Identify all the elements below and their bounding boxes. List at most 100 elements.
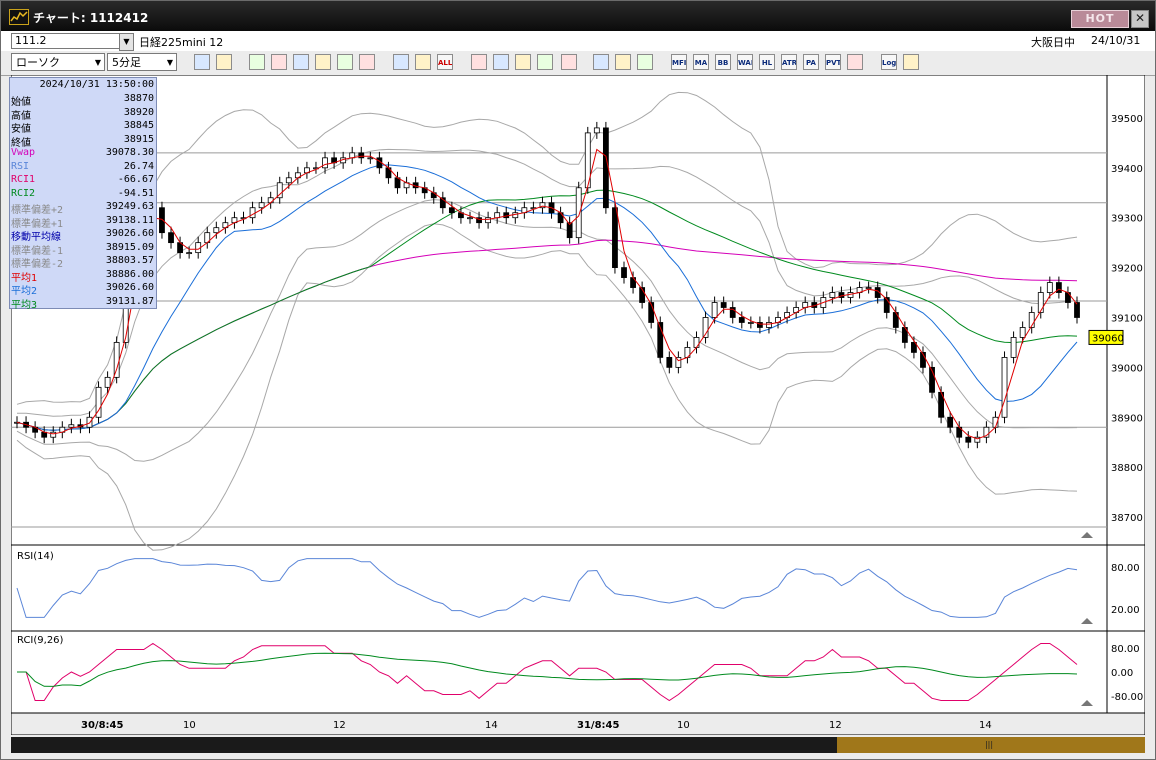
atr-tool-button[interactable]: ATR — [781, 54, 797, 70]
candle — [1046, 282, 1053, 293]
price-tick-label: 38800 — [1111, 463, 1143, 474]
toolbar: ローソク▼ 5分足▼ ALL MFI MA BB WAE HL ATR PA PVT Log — [1, 51, 1155, 76]
candle — [50, 431, 57, 438]
data-row: 平均2 39026.60 — [10, 282, 156, 297]
candle-a-tool-button[interactable] — [393, 54, 409, 70]
cross-tool-button[interactable] — [537, 54, 553, 70]
price-tick-label: 39100 — [1111, 313, 1143, 324]
hand-tool-button[interactable] — [471, 54, 487, 70]
candle — [358, 152, 365, 159]
color-tool-button[interactable] — [637, 54, 653, 70]
wrench-tool-button[interactable] — [615, 54, 631, 70]
time-tick-label: 30/8:45 — [81, 720, 123, 731]
candle — [448, 207, 455, 214]
data-row-value: 39138.11 — [105, 214, 154, 226]
zoom-tool-button[interactable] — [194, 54, 210, 70]
candle — [829, 292, 836, 298]
candle — [865, 287, 872, 289]
time-tick-label: 14 — [979, 720, 992, 731]
data-row-value: 38803.57 — [105, 255, 154, 266]
candle — [213, 227, 220, 234]
data-row: 安値 38845 — [10, 120, 156, 135]
arrow-tool-button[interactable] — [293, 54, 309, 70]
data-row: 標準偏差+2 39249.63 — [10, 201, 156, 216]
crosshair-tool-button[interactable] — [216, 54, 232, 70]
candle — [575, 187, 582, 239]
hl-tool-button[interactable]: HL — [759, 54, 775, 70]
data-row-value: 38845 — [123, 120, 154, 131]
rci-tick-label: 80.00 — [1111, 644, 1140, 655]
candle — [766, 322, 772, 328]
price-tick-label: 39500 — [1111, 114, 1143, 125]
price-tick-label: 39400 — [1111, 164, 1143, 175]
mfi-tool-button[interactable]: MFI — [671, 54, 687, 70]
triangle-tool-button[interactable] — [561, 54, 577, 70]
data-row-value: 38915.09 — [105, 241, 154, 253]
data-row: 高値 38920 — [10, 107, 156, 122]
rsi-tick-label: 20.00 — [1111, 605, 1140, 616]
ma-tool-button[interactable]: MA — [693, 54, 709, 70]
candle — [267, 197, 274, 204]
scrollbar-thumb[interactable]: ||| — [837, 737, 1145, 753]
bars-tool-button[interactable] — [515, 54, 531, 70]
hot-button[interactable]: HOT — [1071, 10, 1129, 28]
data-row: 標準偏差-1 38915.09 — [10, 241, 156, 257]
data-row: 移動平均線 39026.60 — [10, 228, 156, 243]
app-chart-icon — [9, 9, 29, 25]
candle — [159, 207, 165, 234]
price-tick-label: 39200 — [1111, 264, 1143, 275]
data-row-value: 26.74 — [123, 160, 154, 172]
chart-type-select[interactable]: ローソク ▼ — [11, 53, 105, 71]
redo-tool-button[interactable] — [315, 54, 331, 70]
data-panel: 2024/10/31 13:50:00 始値 38870 高値 38920 安値 3884… — [9, 77, 157, 311]
data-row: 平均1 38886.00 — [10, 269, 156, 284]
price-tick-label: 39000 — [1111, 363, 1143, 374]
candle — [104, 376, 111, 388]
symbol-dropdown-button[interactable]: ▼ — [119, 33, 134, 51]
data-row-label: RSI — [11, 160, 30, 172]
pa-tool-button[interactable]: PA — [803, 54, 819, 70]
time-tick-label: 12 — [333, 720, 346, 731]
memo-tool-button[interactable] — [337, 54, 353, 70]
candle — [720, 302, 727, 308]
rci-title: RCI(9,26) — [17, 635, 64, 646]
candle — [738, 317, 745, 323]
data-row-value: 39026.60 — [105, 282, 154, 293]
candle-b-tool-button[interactable] — [415, 54, 431, 70]
chart-area[interactable]: 39500 39400 39300 39200 39100 39000 38900 38800… — [11, 75, 1145, 735]
all-tool-button[interactable]: ALL — [437, 54, 453, 70]
search-tool-button[interactable] — [493, 54, 509, 70]
candle — [621, 267, 627, 278]
time-tick-label: 31/8:45 — [577, 720, 619, 731]
price-tick-label: 38900 — [1111, 413, 1143, 424]
pvt-tool-button[interactable]: PVT — [825, 54, 841, 70]
delete-tool-button[interactable] — [359, 54, 375, 70]
title-bar[interactable]: チャート: 1112412 HOT ✕ — [1, 1, 1155, 31]
candle — [593, 127, 600, 134]
market-date: 24/10/31 — [1091, 34, 1141, 47]
wave-tool-button[interactable]: WAE — [737, 54, 753, 70]
period-select[interactable]: 5分足 ▼ — [107, 53, 177, 71]
box-tool-button[interactable] — [847, 54, 863, 70]
settings-tool-button[interactable] — [593, 54, 609, 70]
symbol-code-input[interactable]: 111.2 — [11, 33, 126, 49]
data-row-value: -66.67 — [117, 174, 154, 185]
chart-type-value: ローソク — [16, 56, 60, 69]
candle — [113, 342, 120, 378]
exit-tool-button[interactable] — [903, 54, 919, 70]
cursor-tool-button[interactable] — [271, 54, 287, 70]
close-button[interactable]: ✕ — [1131, 10, 1149, 28]
candle — [86, 416, 93, 428]
line-tool-button[interactable] — [249, 54, 265, 70]
log-tool-button[interactable]: Log — [881, 54, 897, 70]
candle — [467, 217, 473, 220]
data-row-label: Vwap — [11, 147, 36, 158]
candle — [1019, 327, 1026, 338]
candle — [367, 157, 374, 160]
candle — [711, 302, 718, 318]
bb-tool-button[interactable]: BB — [715, 54, 731, 70]
horizontal-scrollbar[interactable]: ||| — [11, 737, 1145, 753]
candle — [322, 157, 328, 169]
data-row-label: RCI1 — [11, 174, 36, 185]
data-row-label: RCI2 — [11, 187, 36, 199]
